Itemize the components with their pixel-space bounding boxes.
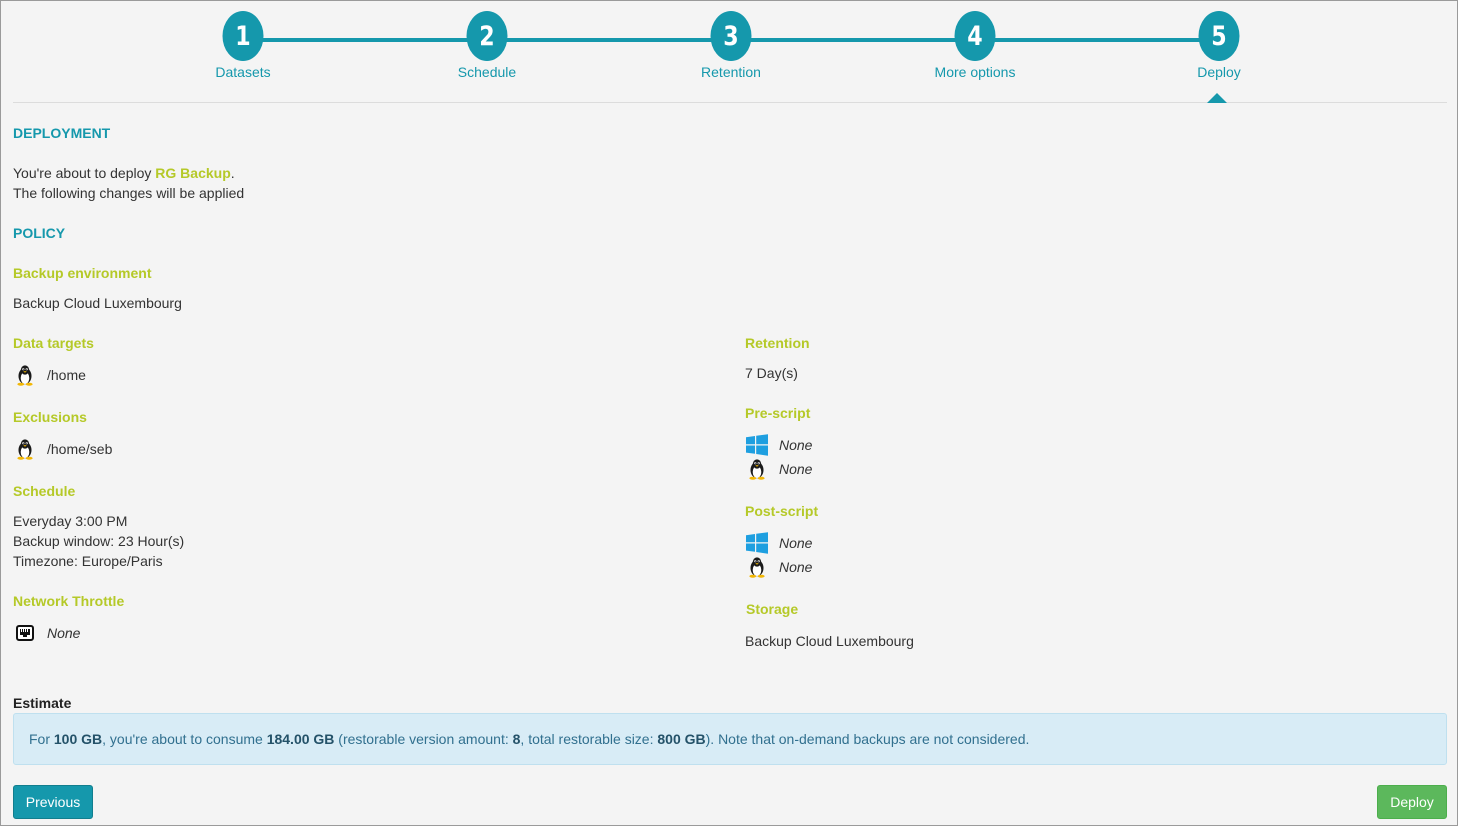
deployment-heading: DEPLOYMENT <box>13 125 111 141</box>
pre-script-label: Pre-script <box>745 405 811 421</box>
storage-label: Storage <box>746 601 799 617</box>
post-script-label: Post-script <box>745 503 819 519</box>
backup-environment-label: Backup environment <box>13 265 152 281</box>
post-script-windows-value: None <box>779 535 813 551</box>
schedule-line-frequency: Everyday 3:00 PM <box>13 513 128 529</box>
estimate-text-part: , you're about to consume <box>102 731 267 747</box>
windows-icon <box>745 532 769 554</box>
intro-suffix: . <box>230 165 235 181</box>
estimate-text-part: ). Note that on-demand backups are not c… <box>705 731 1030 747</box>
step-label: Deploy <box>1197 64 1241 80</box>
intro-prefix: You're about to deploy <box>13 165 156 181</box>
wizard-step-more-options[interactable]: 4 More options <box>915 11 1035 80</box>
deployment-changes-text: The following changes will be applied <box>13 185 245 201</box>
estimate-total-size: 800 GB <box>657 731 706 747</box>
retention-label: Retention <box>745 335 810 351</box>
post-script-windows-item: None <box>745 531 812 555</box>
post-script-linux-item: None <box>745 555 812 579</box>
estimate-text: For 100 GB, you're about to consume 184.… <box>29 731 1029 747</box>
network-throttle-label: Network Throttle <box>13 593 125 609</box>
schedule-label: Schedule <box>13 483 76 499</box>
step-number: 2 <box>466 11 508 61</box>
wizard-step-retention[interactable]: 3 Retention <box>671 11 791 80</box>
step-number: 3 <box>710 11 752 61</box>
data-targets-label: Data targets <box>13 335 94 351</box>
estimate-info-box: For 100 GB, you're about to consume 184.… <box>13 713 1447 765</box>
linux-icon <box>745 458 769 480</box>
step-number: 4 <box>954 11 996 61</box>
schedule-line-timezone: Timezone: Europe/Paris <box>13 553 163 569</box>
previous-button[interactable]: Previous <box>13 785 93 819</box>
policy-heading: POLICY <box>13 225 66 241</box>
policy-name: RG Backup <box>155 165 231 181</box>
backup-environment-value: Backup Cloud Luxembourg <box>13 295 182 311</box>
pre-script-windows-item: None <box>745 433 812 457</box>
estimate-consumption: 184.00 GB <box>266 731 335 747</box>
retention-value: 7 Day(s) <box>745 365 798 381</box>
step-label: Datasets <box>215 64 271 80</box>
windows-icon <box>745 434 769 456</box>
wizard-step-datasets[interactable]: 1 Datasets <box>183 11 303 80</box>
linux-icon <box>13 364 37 386</box>
step-number: 1 <box>222 11 264 61</box>
active-step-pointer <box>1207 93 1227 103</box>
storage-value: Backup Cloud Luxembourg <box>745 633 914 649</box>
exclusion-path: /home/seb <box>47 441 113 457</box>
linux-icon <box>745 556 769 578</box>
deployment-intro: You're about to deploy RG Backup. <box>13 165 235 181</box>
data-target-path: /home <box>47 367 86 383</box>
schedule-line-window: Backup window: 23 Hour(s) <box>13 533 185 549</box>
step-label: More options <box>934 64 1016 80</box>
step-label: Schedule <box>457 64 517 80</box>
pre-script-windows-value: None <box>779 437 813 453</box>
estimate-heading: Estimate <box>13 695 72 711</box>
linux-icon <box>13 438 37 460</box>
network-port-icon <box>13 622 37 644</box>
deploy-wizard-window: 1 Datasets 2 Schedule 3 Retention 4 More… <box>0 0 1458 826</box>
wizard-step-deploy[interactable]: 5 Deploy <box>1159 11 1279 80</box>
wizard-step-schedule[interactable]: 2 Schedule <box>427 11 547 80</box>
estimate-dataset-size: 100 GB <box>53 731 103 747</box>
step-label: Retention <box>701 64 761 80</box>
estimate-text-part: For <box>29 731 54 747</box>
step-number: 5 <box>1198 11 1240 61</box>
exclusions-label: Exclusions <box>13 409 87 425</box>
pre-script-linux-value: None <box>779 461 813 477</box>
post-script-linux-value: None <box>779 559 813 575</box>
wizard-progress: 1 Datasets 2 Schedule 3 Retention 4 More… <box>13 1 1447 103</box>
estimate-text-part: (restorable version amount: <box>334 731 513 747</box>
network-throttle-value: None <box>47 625 81 641</box>
pre-script-linux-item: None <box>745 457 812 481</box>
network-throttle-item: None <box>13 621 80 645</box>
estimate-text-part: , total restorable size: <box>520 731 658 747</box>
exclusion-item: /home/seb <box>13 437 112 461</box>
deploy-button[interactable]: Deploy <box>1377 785 1447 819</box>
data-target-item: /home <box>13 363 86 387</box>
